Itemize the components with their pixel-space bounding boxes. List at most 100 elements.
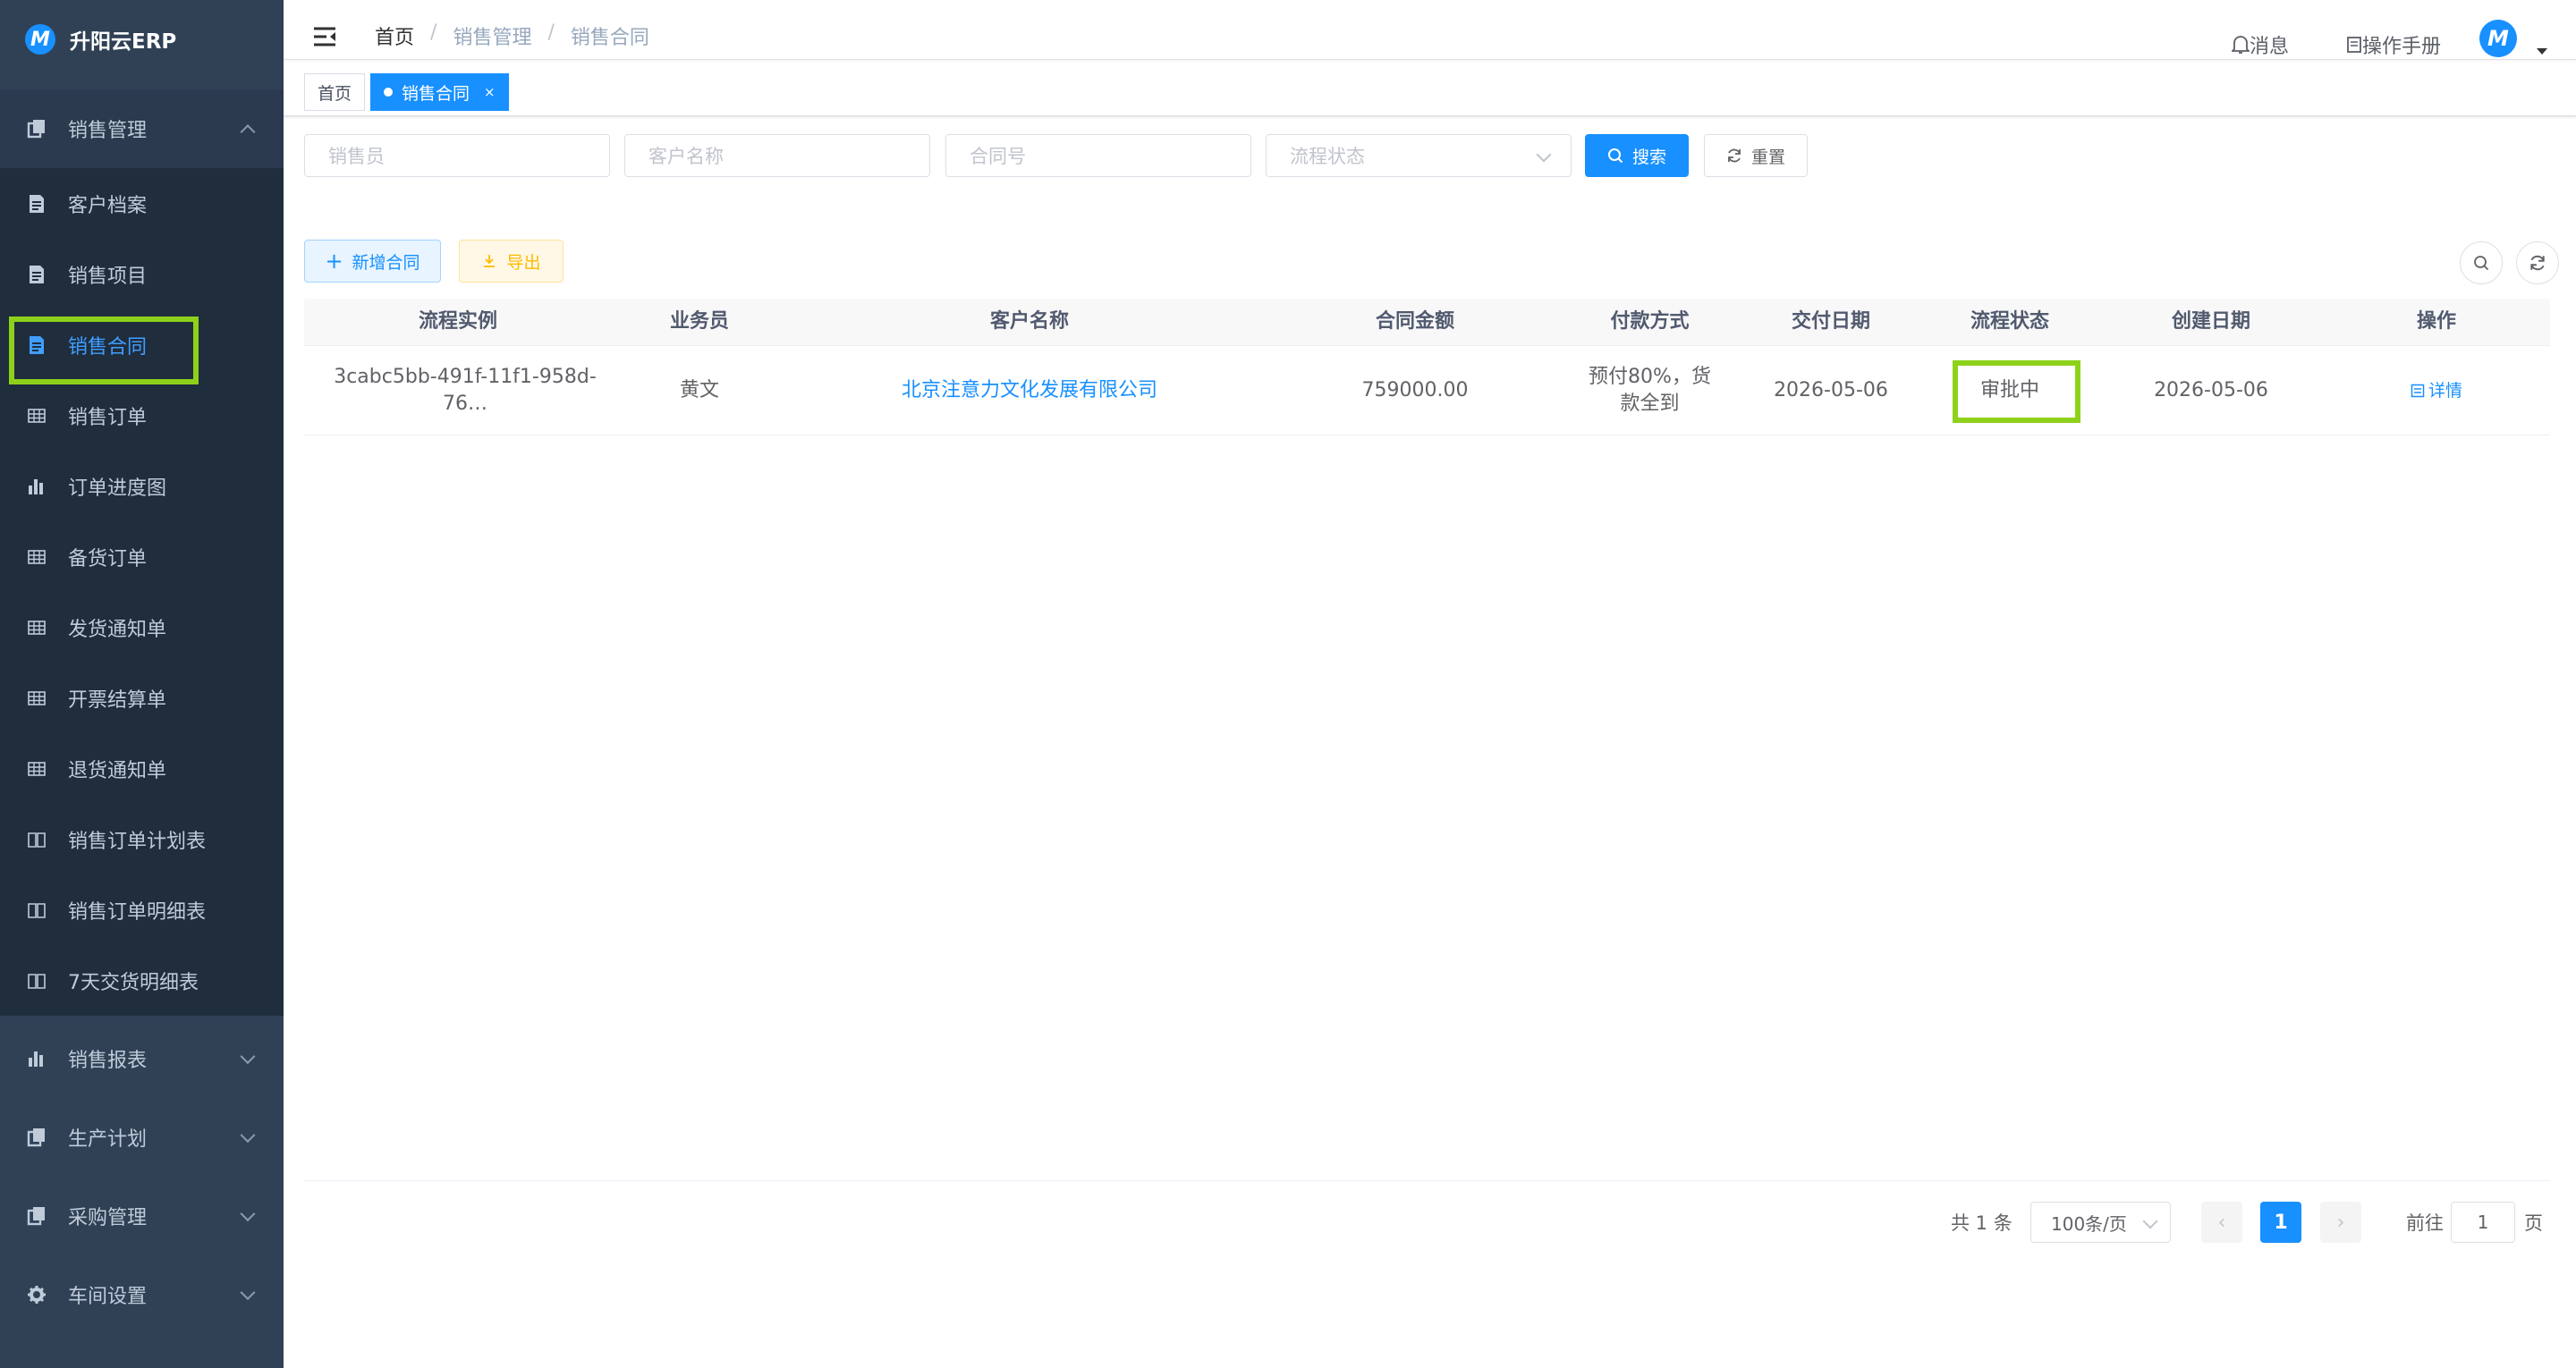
menu-group-sales-report[interactable]: 销售报表 [0,1019,284,1098]
detail-link[interactable]: 详情 [2323,346,2550,435]
cell-delivery-date: 2026-05-06 [1774,378,1888,401]
sidebar-item-order-plan-table[interactable]: 销售订单计划表 [0,804,284,874]
sidebar-item-invoice-settlement[interactable]: 开票结算单 [0,663,284,733]
bar-chart-icon [27,477,47,496]
messages-label: 消息 [2250,36,2290,58]
app-title: 升阳云ERP [70,30,177,54]
status-badge: 审批中 [1979,378,2039,401]
goto-page-input[interactable]: 1 [2451,1202,2515,1243]
chevron-up-icon [240,124,256,140]
refresh-icon [1728,148,1741,163]
plus-icon: + [325,249,343,274]
sidebar-item-label: 销售订单计划表 [68,830,207,853]
table-icon [27,759,47,779]
menu-group-production-plan[interactable]: 生产计划 [0,1098,284,1177]
sidebar-item-label: 退货通知单 [68,759,167,782]
reset-button[interactable]: 重置 [1704,134,1808,177]
logo-icon: M [25,24,55,55]
sidebar-item-label: 开票结算单 [68,688,167,712]
sidebar-item-label: 销售订单明细表 [68,900,207,924]
sidebar-item-order-detail-table[interactable]: 销售订单明细表 [0,874,284,945]
manual-label: 操作手册 [2362,36,2442,58]
chevron-down-icon [1536,147,1552,163]
sidebar-item-sales-order[interactable]: 销售订单 [0,380,284,451]
breadcrumb: 首页 / 销售管理 / 销售合同 [375,21,649,50]
breadcrumb-sales-management: 销售管理 [453,27,532,49]
pagination-total: 共 1 条 [1951,1212,2012,1234]
sidebar-item-shipping-notice[interactable]: 发货通知单 [0,592,284,663]
bar-chart-icon [27,1049,47,1068]
navbar: 首页 / 销售管理 / 销售合同 消息 操作手册 [284,0,2576,60]
sidebar-item-stock-order[interactable]: 备货订单 [0,521,284,592]
sidebar-item-order-progress-chart[interactable]: 订单进度图 [0,451,284,521]
export-button[interactable]: 导出 [459,240,564,283]
tags-view: 首页 销售合同 × [284,60,2576,116]
page-number-button[interactable]: 1 [2260,1202,2301,1243]
toggle-search-button[interactable] [2460,241,2503,284]
add-contract-button[interactable]: + 新增合同 [304,240,441,283]
close-icon[interactable]: × [484,84,496,100]
prev-page-button[interactable]: ‹ [2201,1202,2242,1243]
process-status-select[interactable]: 流程状态 [1266,134,1572,177]
salesperson-placeholder: 销售员 [328,146,385,167]
sidebar-item-label: 销售订单 [68,406,148,429]
table-row[interactable]: 3cabc5bb-491f-11f1-958d-76… 黄文 北京注意力文化发展… [304,346,2550,435]
sidebar-item-label: 订单进度图 [68,477,167,500]
menu-group-label: 销售管理 [68,120,148,142]
sidebar-item-customer-archive[interactable]: 客户档案 [0,168,284,239]
cell-instance: 3cabc5bb-491f-11f1-958d-76… [334,365,597,415]
sidebar-item-label: 备货订单 [68,547,148,570]
app-logo[interactable]: M 升阳云ERP [0,0,284,79]
hamburger-icon[interactable] [312,25,337,48]
menu-group-purchase[interactable]: 采购管理 [0,1177,284,1255]
tag-home[interactable]: 首页 [304,73,366,111]
search-button-label: 搜索 [1631,147,1666,167]
refresh-button[interactable] [2516,241,2559,284]
menu-group-workshop-settings[interactable]: 车间设置 [0,1255,284,1334]
tag-label: 销售合同 [402,83,470,104]
sidebar-item-label: 客户档案 [68,194,148,217]
menu-group-sales-management[interactable]: 销售管理 [0,89,284,168]
next-page-button[interactable]: › [2320,1202,2361,1243]
contract-no-placeholder: 合同号 [970,146,1026,167]
menu-group-label: 销售报表 [68,1050,148,1072]
customer-link[interactable]: 北京注意力文化发展有限公司 [787,346,1272,435]
sidebar-item-label: 销售合同 [68,335,148,359]
document-stack-icon [27,1206,47,1226]
breadcrumb-sales-contract: 销售合同 [570,27,649,49]
export-label: 导出 [506,252,541,273]
sidebar-item-sales-project[interactable]: 销售项目 [0,239,284,309]
contract-table: 流程实例 业务员 客户名称 合同金额 付款方式 交付日期 流程状态 创建日期 操… [304,299,2550,435]
column-header: 创建日期 [2171,310,2250,333]
edit-icon [2411,384,2425,397]
manual-button[interactable]: 操作手册 [2346,30,2441,59]
breadcrumb-home[interactable]: 首页 [375,21,414,50]
sidebar-item-7day-delivery[interactable]: 7天交货明细表 [0,945,284,1016]
column-header: 流程状态 [1970,310,2049,333]
table-icon [27,547,47,567]
customer-name-input[interactable]: 客户名称 [624,134,930,177]
table-icon [27,406,47,426]
page-size-select[interactable]: 100条/页 [2030,1202,2171,1243]
document-icon [27,194,47,214]
search-icon [1607,148,1623,164]
chevron-down-icon [240,1206,256,1222]
contract-number-input[interactable]: 合同号 [945,134,1251,177]
caret-down-icon[interactable] [2537,48,2547,55]
detail-label: 详情 [2428,380,2462,401]
table-icon [27,618,47,638]
sidebar-item-return-notice[interactable]: 退货通知单 [0,733,284,804]
tag-label: 首页 [318,83,352,104]
sidebar-item-sales-contract[interactable]: 销售合同 [0,309,284,380]
chevron-down-icon [240,1127,256,1144]
book-icon [27,830,47,849]
status-placeholder: 流程状态 [1290,146,1365,167]
search-button[interactable]: 搜索 [1585,134,1689,177]
messages-button[interactable]: 消息 [2232,30,2289,59]
avatar[interactable]: M [2479,20,2517,57]
sidebar-item-label: 7天交货明细表 [68,971,199,994]
salesperson-input[interactable]: 销售员 [304,134,610,177]
tag-sales-contract[interactable]: 销售合同 × [370,73,509,111]
page-suffix: 页 [2524,1212,2543,1234]
column-header: 流程实例 [418,310,497,333]
